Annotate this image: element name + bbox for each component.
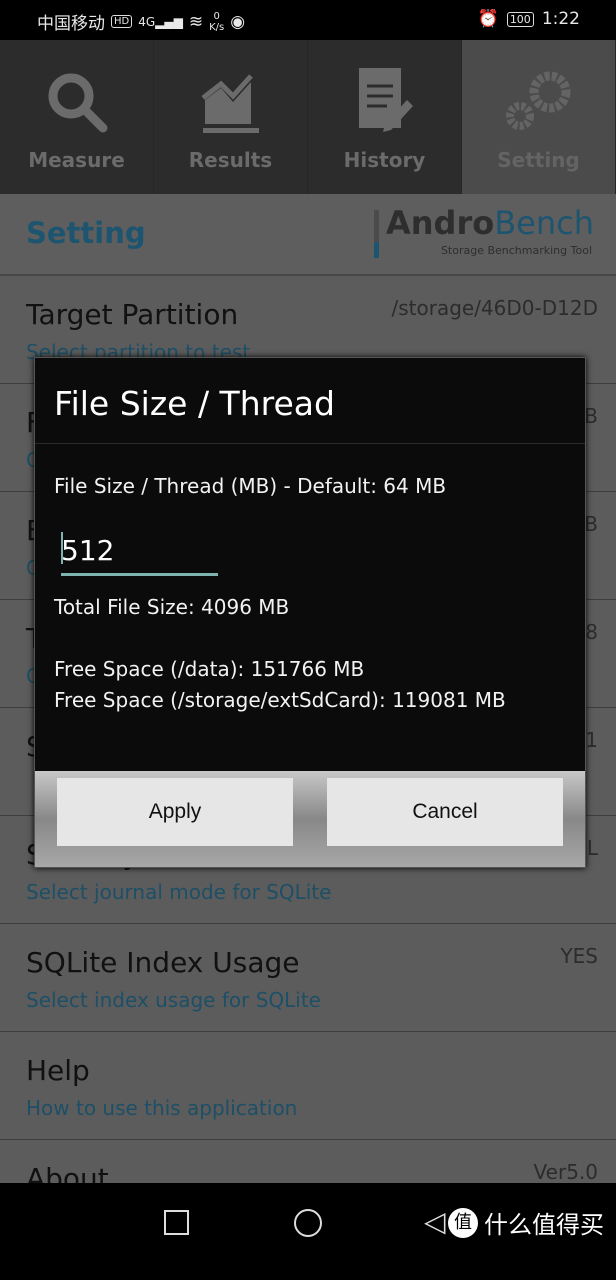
dialog-button-bar: Apply Cancel	[35, 771, 585, 867]
tab-bar: Measure Results History Setting	[0, 40, 616, 194]
signal-icon: 4G▂▄▆	[138, 14, 183, 29]
home-button[interactable]	[294, 1209, 322, 1237]
tab-history[interactable]: History	[308, 40, 462, 194]
tab-setting[interactable]: Setting	[462, 40, 616, 194]
setting-name: Help	[26, 1054, 90, 1087]
text-cursor	[61, 532, 63, 564]
speed-value: 0	[213, 10, 220, 22]
logo-part1: Andro	[386, 204, 495, 242]
speed-unit: K/s	[209, 21, 225, 33]
clock: 1:22	[541, 9, 580, 29]
setting-value: 1	[585, 728, 598, 752]
navigation-bar: ◁ 值什么值得买	[0, 1183, 616, 1280]
free-space-sd: Free Space (/storage/extSdCard): 119081 …	[54, 688, 506, 712]
logo-part2: Bench	[494, 204, 595, 242]
tab-measure[interactable]: Measure	[0, 40, 154, 194]
setting-description: How to use this application	[26, 1096, 298, 1120]
wifi-icon: ≋	[188, 11, 204, 32]
setting-name: About	[26, 1162, 109, 1183]
free-space-data: Free Space (/data): 151766 MB	[54, 657, 365, 681]
setting-value: /storage/46D0-D12D	[391, 296, 599, 320]
androbench-logo: AndroBench Storage Benchmarking Tool	[374, 204, 594, 258]
tab-label: History	[343, 148, 426, 172]
setting-name: SQLite Index Usage	[26, 946, 300, 979]
setting-value: Ver5.0	[533, 1160, 598, 1183]
setting-value: L	[586, 836, 598, 860]
file-size-input[interactable]: 512	[61, 526, 218, 576]
network-type: 4G	[138, 14, 156, 29]
back-button[interactable]: ◁	[424, 1205, 446, 1238]
tab-label: Measure	[28, 148, 125, 172]
logo-tagline: Storage Benchmarking Tool	[440, 244, 592, 257]
setting-value: YES	[560, 944, 598, 968]
net-speed: 0 K/s	[209, 11, 224, 33]
alarm-icon: ⏰	[477, 9, 499, 29]
tab-results[interactable]: Results	[154, 40, 308, 194]
carrier: 中国移动	[37, 14, 105, 34]
tab-label: Results	[188, 148, 273, 172]
magnifier-icon	[48, 73, 107, 133]
battery-icon: 100	[506, 11, 534, 27]
setting-description: Select index usage for SQLite	[26, 988, 321, 1012]
dialog-title: File Size / Thread	[35, 358, 585, 444]
page-title: Setting	[26, 216, 146, 250]
total-file-size: Total File Size: 4096 MB	[54, 595, 290, 619]
tab-label: Setting	[497, 148, 580, 172]
cancel-button[interactable]: Cancel	[327, 778, 563, 846]
setting-description: Select journal mode for SQLite	[26, 880, 332, 904]
hd-icon: HD	[111, 15, 133, 28]
apply-button[interactable]: Apply	[57, 778, 293, 846]
dialog-prompt: File Size / Thread (MB) - Default: 64 MB	[54, 474, 447, 498]
globe-icon: ◉	[230, 11, 246, 32]
page-header: Setting AndroBench Storage Benchmarking …	[0, 194, 616, 276]
setting-item[interactable]: SQLite Index Usage Select index usage for…	[0, 924, 616, 1032]
chart-icon	[200, 74, 259, 133]
status-bar: 中国移动 HD 4G▂▄▆ ≋ 0 K/s ◉ ⏰ 100 1:22	[0, 0, 616, 40]
gears-icon	[505, 71, 570, 130]
setting-item[interactable]: About Ver5.0	[0, 1140, 616, 1183]
document-pen-icon	[358, 68, 413, 132]
setting-name: Target Partition	[26, 298, 239, 331]
file-size-dialog: File Size / Thread File Size / Thread (M…	[34, 357, 586, 868]
watermark-logo: 值什么值得买	[448, 1205, 604, 1240]
watermark-badge: 值	[448, 1207, 478, 1238]
watermark-text: 什么值得买	[484, 1211, 604, 1239]
setting-item[interactable]: Help How to use this application	[0, 1032, 616, 1140]
recents-button[interactable]	[164, 1210, 189, 1235]
